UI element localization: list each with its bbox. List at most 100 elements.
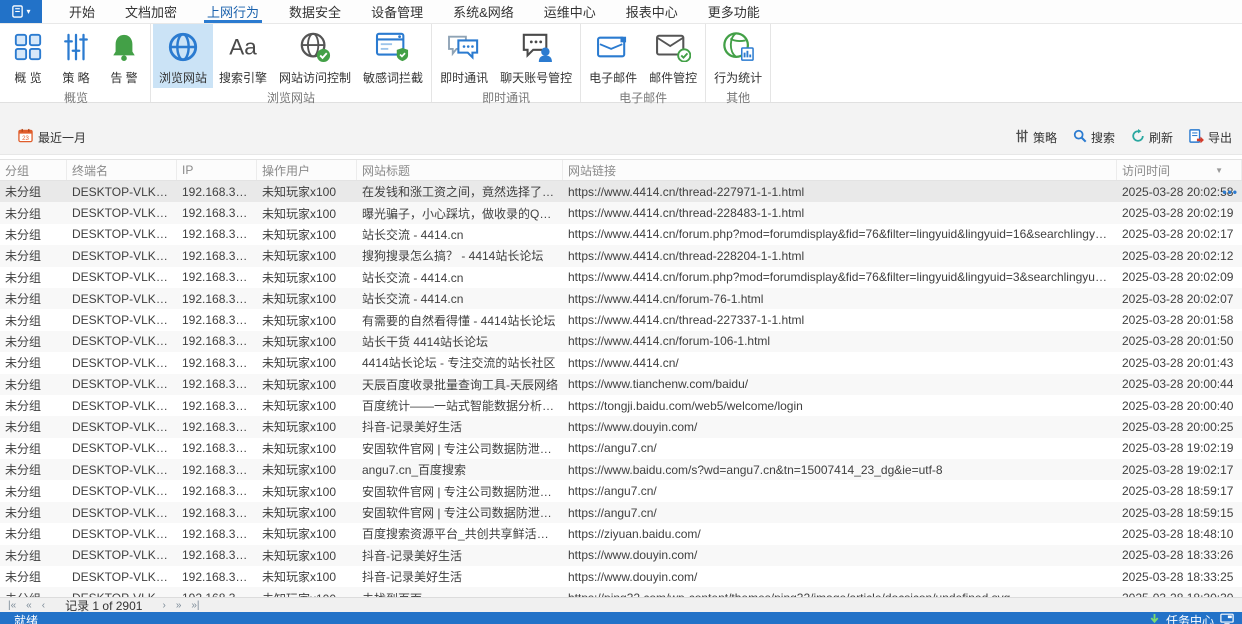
table-row[interactable]: 未分组 DESKTOP-VLKTLE1 192.168.31.27 未知玩家x100 抖… — [0, 416, 1242, 438]
cell-user: 未知玩家x100 — [262, 356, 337, 371]
cell-url: https://www.4414.cn/ — [568, 355, 679, 370]
column-header-group[interactable]: 分组 — [0, 160, 67, 180]
date-range-filter[interactable]: 23 最近一月 — [18, 128, 86, 146]
column-header-ip[interactable]: IP — [177, 160, 257, 180]
cell-ip: 192.168.31.27 — [182, 334, 257, 349]
table-row[interactable]: 未分组 DESKTOP-VLKTLE1 192.168.31.27 未知玩家x100 站… — [0, 266, 1242, 288]
first-page-button[interactable]: |« — [4, 600, 20, 611]
toolbar-action-搜索[interactable]: 搜索 — [1073, 129, 1115, 146]
table-row[interactable]: 未分组 DESKTOP-VLKTLE1 192.168.31.27 未知玩家x100 抖… — [0, 544, 1242, 567]
menu-tab-数据安全[interactable]: 数据安全 — [274, 0, 356, 23]
cell-terminal: DESKTOP-VLKTLE1 — [67, 591, 177, 597]
menu-tab-更多功能[interactable]: 更多功能 — [693, 0, 775, 23]
next-page-button[interactable]: › — [158, 600, 169, 611]
prev-page-button[interactable]: ‹ — [38, 600, 49, 611]
menu-tab-运维中心[interactable]: 运维中心 — [529, 0, 611, 23]
cell-ip: 192.168.31.27 — [182, 248, 257, 263]
cell-url: https://angu7.cn/ — [568, 441, 657, 456]
cell-user: 未知玩家x100 — [262, 292, 337, 307]
menu-tab-文档加密[interactable]: 文档加密 — [110, 0, 192, 23]
chat-icon — [446, 28, 482, 66]
window-shield-icon — [375, 28, 411, 66]
table-row[interactable]: 未分组 DESKTOP-VLKTLE1 192.168.31.27 未知玩家x100 安… — [0, 501, 1242, 524]
last-page-button[interactable]: »| — [187, 600, 203, 611]
menu-tab-设备管理[interactable]: 设备管理 — [356, 0, 438, 23]
column-header-user[interactable]: 操作用户 — [257, 160, 357, 180]
ribbon-item-电子邮件[interactable]: 电子邮件 — [583, 24, 643, 88]
table-row[interactable]: 未分组 DESKTOP-VLKTLE1 192.168.31.27 未知玩家x100 天… — [0, 373, 1242, 395]
ribbon-item-网站访问控制[interactable]: 网站访问控制 — [273, 24, 357, 88]
menu-tab-上网行为[interactable]: 上网行为 — [192, 0, 274, 23]
ribbon-item-即时通讯[interactable]: 即时通讯 — [434, 24, 494, 88]
cell-url: https://ziyuan.baidu.com/ — [568, 526, 701, 541]
column-header-title[interactable]: 网站标题 — [357, 160, 563, 180]
cell-terminal: DESKTOP-VLKTLE1 — [72, 569, 177, 584]
row-more-actions-button[interactable]: ••• — [1222, 181, 1238, 202]
date-filter-label: 最近一月 — [38, 130, 87, 145]
ribbon-item-概览[interactable]: 概 览 — [4, 24, 52, 88]
cell-user: 未知玩家x100 — [262, 527, 337, 542]
table-row[interactable]: 未分组 DESKTOP-VLKTLE1 192.168.31.27 未知玩家x100 4… — [0, 352, 1242, 374]
ribbon-item-策略[interactable]: 策 略 — [52, 24, 100, 88]
cell-url: https://www.4414.cn/thread-227337-1-1.ht… — [568, 313, 805, 328]
ribbon-item-label: 敏感词拦截 — [363, 71, 424, 85]
ribbon-item-label: 即时通讯 — [440, 71, 489, 85]
table-row[interactable]: 未分组 DESKTOP-VLKTLE1 192.168.31.27 未知玩家x100 站… — [0, 223, 1242, 246]
table-row[interactable]: 未分组 DESKTOP-VLKTLE1 192.168.31.27 未知玩家x100 百… — [0, 394, 1242, 417]
table-row[interactable]: 未分组 DESKTOP-VLKTLE1 192.168.31.27 未知玩家x100 曝… — [0, 202, 1242, 224]
ribbon-item-聊天账号管控[interactable]: 聊天账号管控 — [494, 24, 578, 88]
ribbon-item-邮件管控[interactable]: 邮件管控 — [643, 24, 703, 88]
ribbon-item-浏览网站[interactable]: 浏览网站 — [153, 24, 214, 88]
cell-group: 未分组 — [5, 548, 42, 563]
ribbon-item-敏感词拦截[interactable]: 敏感词拦截 — [357, 24, 429, 88]
cell-title: 百度搜索资源平台_共创共享鲜活搜索 — [362, 527, 561, 542]
ribbon-item-label: 搜索引擎 — [219, 71, 268, 85]
table-row[interactable]: 未分组 DESKTOP-VLKTLE1 192.168.31.27 未知玩家x100 站… — [0, 287, 1242, 310]
cell-ip: 192.168.31.27 — [182, 313, 257, 328]
cell-ip: 192.168.31.27 — [182, 355, 257, 370]
cell-terminal: DESKTOP-VLKTLE1 — [72, 206, 177, 221]
table-row[interactable]: 未分组DESKTOP-VLKTLE1192.168.31.27未知玩家x100未… — [0, 587, 1242, 597]
table-row[interactable]: 未分组 DESKTOP-VLKTLE1 192.168.31.27 未知玩家x100 站… — [0, 330, 1242, 353]
table-row[interactable]: 未分组 DESKTOP-VLKTLE1 192.168.31.27 未知玩家x100 a… — [0, 459, 1242, 481]
monitor-icon[interactable] — [1220, 613, 1234, 624]
cell-time: 2025-03-28 20:00:25 — [1122, 419, 1234, 434]
table-row[interactable]: 未分组 DESKTOP-VLKTLE1 192.168.31.27 未知玩家x100 安… — [0, 480, 1242, 502]
ribbon-group-电子邮件: 电子邮件 邮件管控 电子邮件 — [581, 24, 707, 105]
cell-terminal: DESKTOP-VLKTLE1 — [72, 227, 177, 242]
cell-group: 未分组 — [5, 441, 42, 456]
toolbar-action-导出[interactable]: 导出 — [1189, 129, 1232, 146]
toolbar-action-刷新[interactable]: 刷新 — [1131, 129, 1173, 146]
fast-prev-button[interactable]: « — [22, 600, 36, 611]
ribbon-item-行为统计[interactable]: 行为统计 — [708, 24, 768, 88]
menu-tab-报表中心[interactable]: 报表中心 — [611, 0, 693, 23]
table-row[interactable]: 未分组 DESKTOP-VLKTLE1 192.168.31.27 未知玩家x100 百… — [0, 523, 1242, 545]
pagination-bar: |« « ‹ 记录 1 of 2901 › » »| — [0, 597, 1242, 613]
cell-user: 未知玩家x100 — [262, 206, 337, 221]
column-header-url[interactable]: 网站链接 — [563, 160, 1117, 180]
column-header-time[interactable]: 访问时间 ▼ — [1117, 160, 1242, 180]
fast-next-button[interactable]: » — [172, 600, 186, 611]
column-filter-arrow-icon[interactable]: ▼ — [1215, 166, 1223, 175]
cell-title: 站长交流 - 4414.cn — [362, 227, 464, 242]
table-row[interactable]: 未分组 DESKTOP-VLKTLE1 192.168.31.27 未知玩家x100 有… — [0, 309, 1242, 331]
menu-tab-开始[interactable]: 开始 — [54, 0, 110, 23]
cell-time: 2025-03-28 20:02:12 — [1122, 248, 1234, 263]
toolbar-action-策略[interactable]: 策略 — [1015, 129, 1057, 146]
ribbon-group-即时通讯: 即时通讯 聊天账号管控 即时通讯 — [432, 24, 582, 105]
ribbon-item-label: 网站访问控制 — [279, 71, 352, 85]
menubar: ▾ 开始 文档加密 上网行为 数据安全 设备管理 系统&网络 运维中心 报表中心 更多功能 — [0, 0, 1242, 24]
ribbon-item-告警[interactable]: 告 警 — [100, 24, 148, 88]
grid-body[interactable]: 未分组 DESKTOP-VLKTLE1 192.168.31.27 未知玩家x100 在… — [0, 181, 1242, 597]
table-row[interactable]: 未分组 DESKTOP-VLKTLE1 192.168.31.27 未知玩家x100 安… — [0, 437, 1242, 460]
cell-ip: 192.168.31.27 — [182, 462, 257, 477]
menu-tab-系统&网络[interactable]: 系统&网络 — [438, 0, 529, 23]
ribbon-item-搜索引擎[interactable]: Aa 搜索引擎 — [213, 24, 273, 88]
grid-header: 分组 终端名 IP 操作用户 网站标题 网站链接 访问时间 ▼ — [0, 159, 1242, 181]
app-menu-button[interactable]: ▾ — [0, 0, 42, 23]
table-row[interactable]: 未分组 DESKTOP-VLKTLE1 192.168.31.27 未知玩家x100 抖… — [0, 566, 1242, 588]
column-header-terminal[interactable]: 终端名 — [67, 160, 177, 180]
table-row[interactable]: 未分组 DESKTOP-VLKTLE1 192.168.31.27 未知玩家x100 搜… — [0, 245, 1242, 267]
table-row[interactable]: 未分组 DESKTOP-VLKTLE1 192.168.31.27 未知玩家x100 在… — [0, 181, 1242, 203]
task-center-button[interactable]: 任务中心 — [1166, 612, 1214, 624]
